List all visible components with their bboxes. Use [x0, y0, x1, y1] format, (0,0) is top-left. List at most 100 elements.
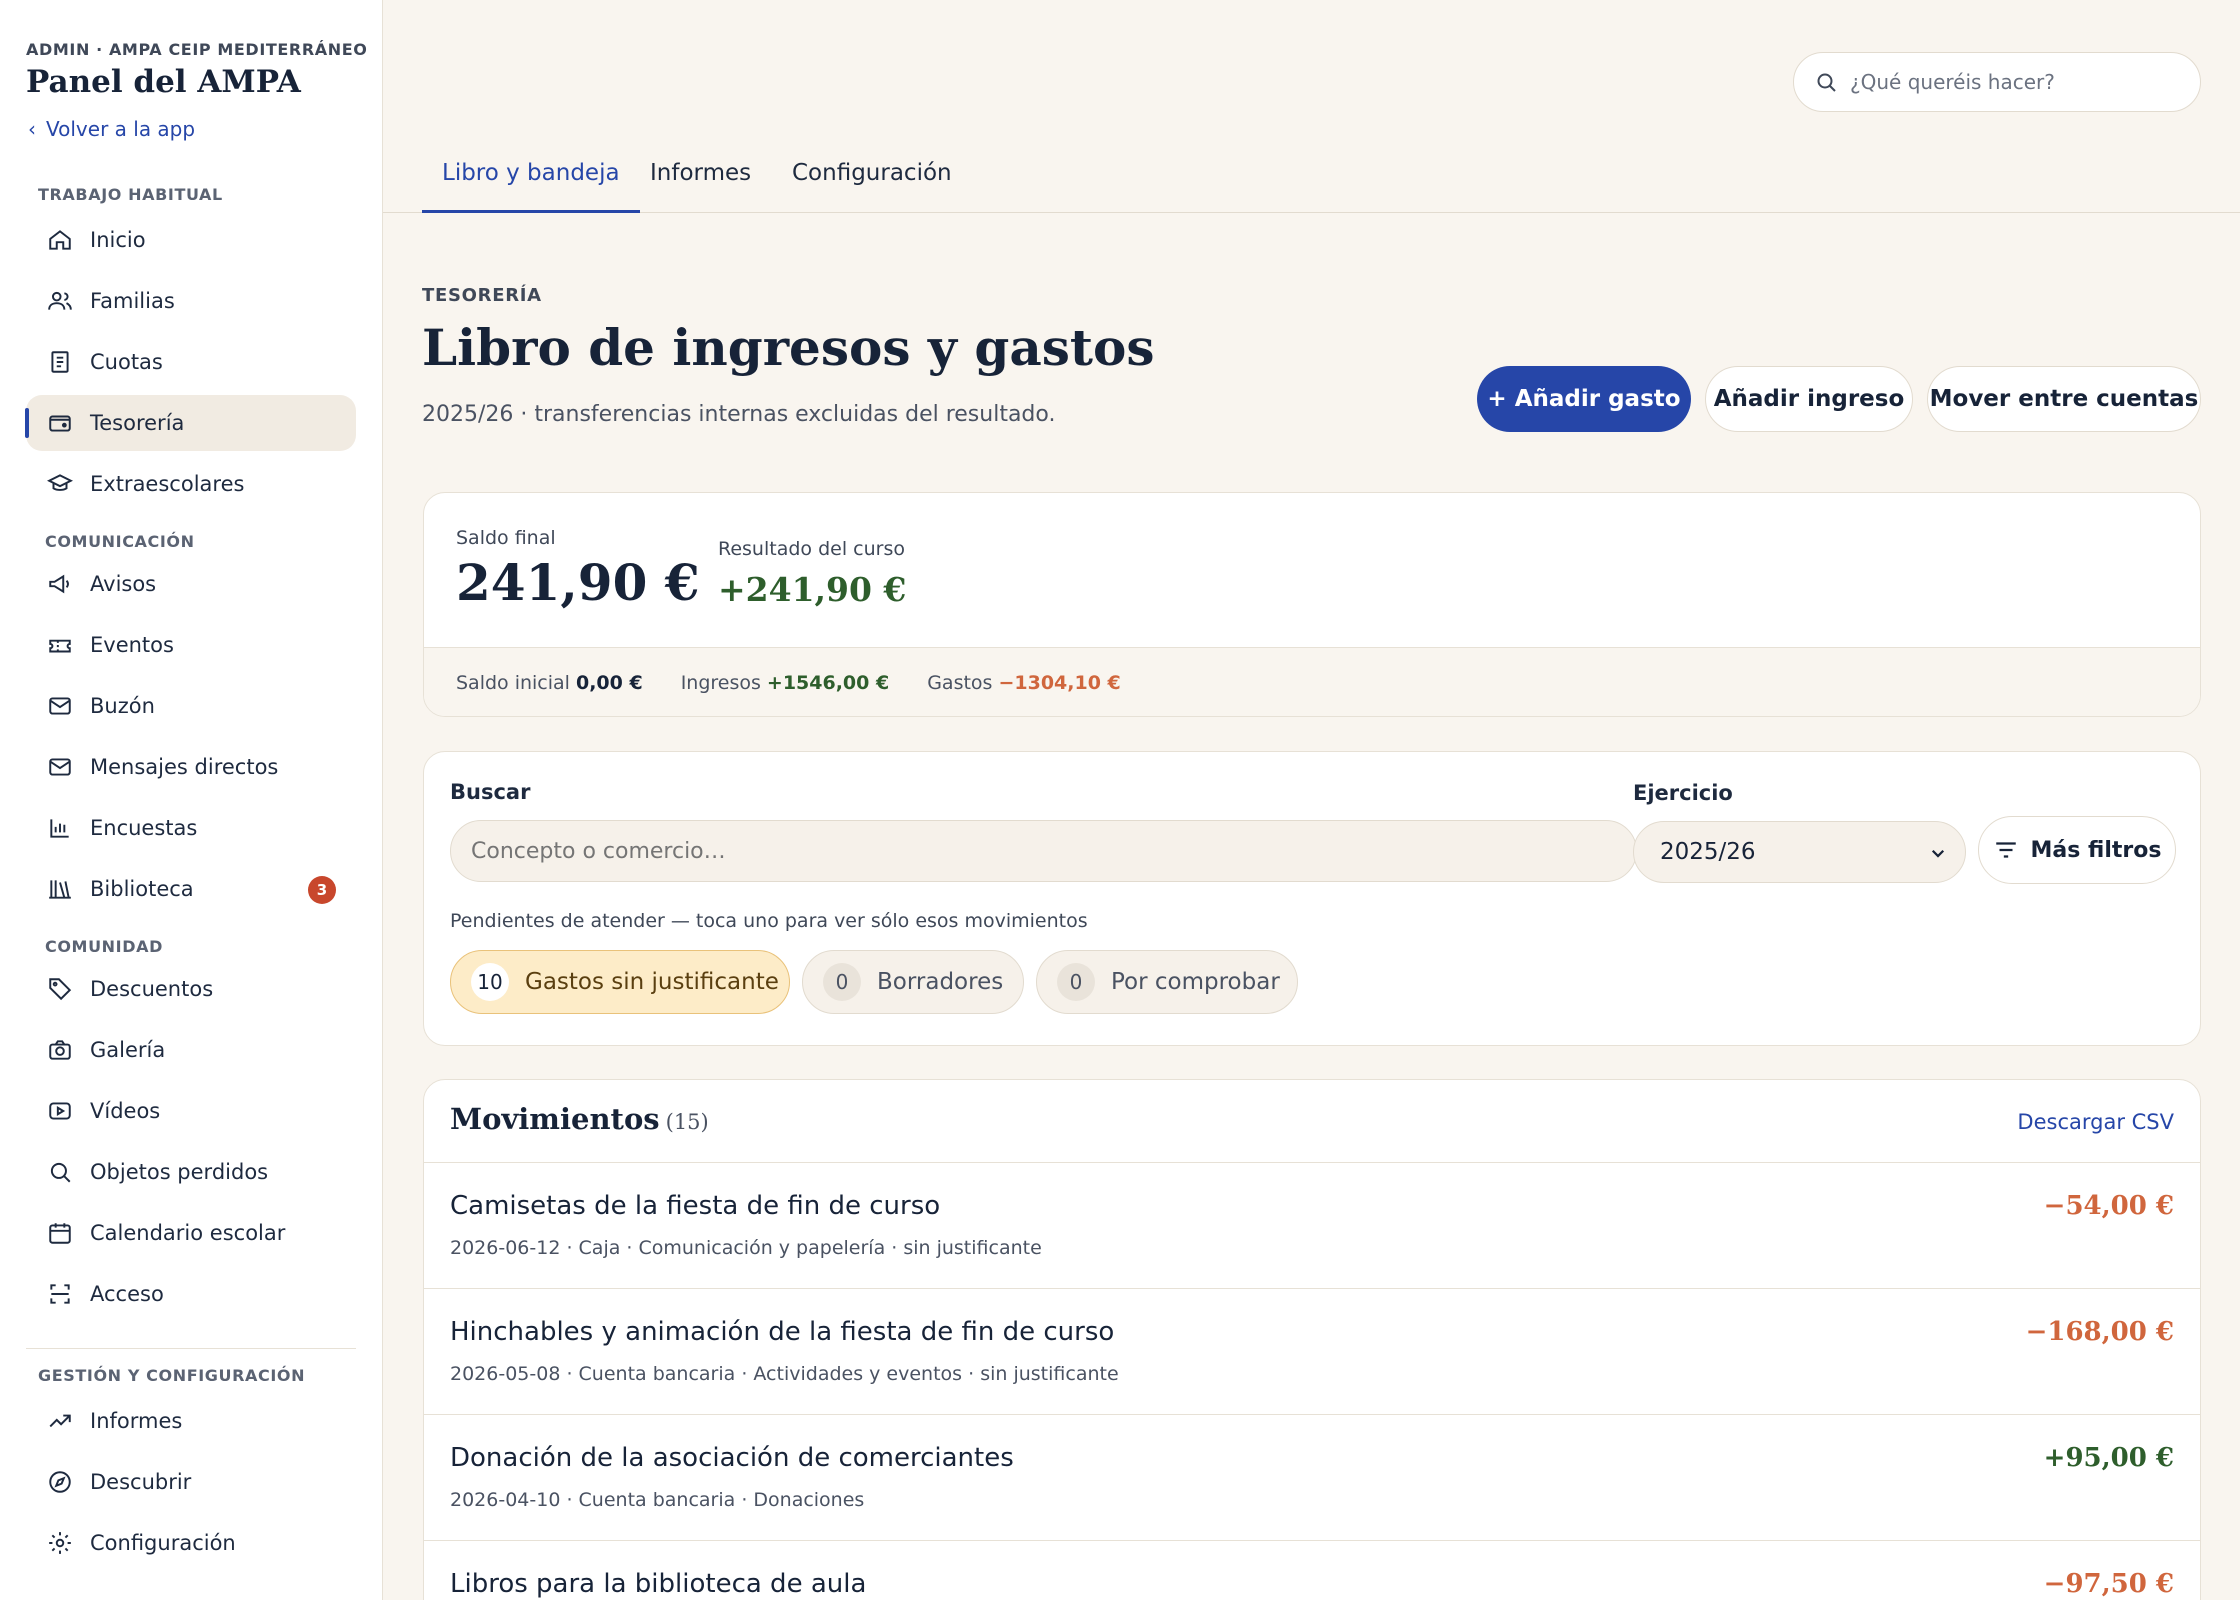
row-amount: −54,00 € — [2043, 1191, 2174, 1221]
video-icon — [46, 1097, 74, 1125]
ejercicio-select[interactable]: 2025/26 — [1633, 821, 1966, 883]
sidebar: ADMIN · AMPA CEIP MEDITERRÁNEO Panel del… — [0, 0, 383, 1600]
panel-title: Panel del AMPA — [26, 64, 301, 100]
sidebar-item-label: Descuentos — [90, 977, 214, 1001]
sidebar-item-calendario-escolar[interactable]: Calendario escolar — [26, 1205, 356, 1261]
sidebar-item-videos[interactable]: Vídeos — [26, 1083, 356, 1139]
sidebar-item-acceso[interactable]: Acceso — [26, 1266, 356, 1322]
home-icon — [46, 226, 74, 254]
tab-configuracion[interactable]: Configuración — [792, 160, 952, 212]
megaphone-icon — [46, 570, 74, 598]
chip-label: Por comprobar — [1111, 969, 1280, 995]
chip-count: 0 — [823, 963, 861, 1001]
table-row[interactable]: Libros para la biblioteca de aula −97,50… — [424, 1540, 2200, 1600]
add-income-button[interactable]: Añadir ingreso — [1705, 366, 1913, 432]
sidebar-item-buzon[interactable]: Buzón — [26, 678, 356, 734]
more-filters-label: Más filtros — [2030, 837, 2162, 863]
movements-card: Movimientos (15) Descargar CSV Camisetas … — [423, 1079, 2201, 1600]
row-title: Camisetas de la fiesta de fin de curso — [450, 1191, 941, 1221]
sidebar-item-label: Eventos — [90, 633, 174, 657]
sidebar-item-label: Encuestas — [90, 816, 198, 840]
move-between-accounts-button[interactable]: Mover entre cuentas — [1927, 366, 2201, 432]
back-to-app-link[interactable]: ‹ Volver a la app — [28, 117, 195, 141]
chip-count: 0 — [1057, 963, 1095, 1001]
tab-libro-y-bandeja[interactable]: Libro y bandeja — [422, 160, 640, 213]
row-title: Libros para la biblioteca de aula — [450, 1569, 867, 1599]
sidebar-item-inicio[interactable]: Inicio — [26, 212, 356, 268]
row-title: Hinchables y animación de la fiesta de f… — [450, 1317, 1115, 1347]
resultado-value: +241,90 € — [718, 570, 907, 609]
sidebar-item-descubrir[interactable]: Descubrir — [26, 1454, 356, 1510]
tab-informes[interactable]: Informes — [650, 160, 751, 212]
sidebar-item-galeria[interactable]: Galería — [26, 1022, 356, 1078]
compass-icon — [46, 1468, 74, 1496]
library-icon — [46, 875, 74, 903]
search-icon — [1817, 73, 1836, 92]
add-expense-button[interactable]: + Añadir gasto — [1477, 366, 1691, 432]
sidebar-item-label: Biblioteca — [90, 877, 194, 901]
search-icon — [46, 1158, 74, 1186]
page-subtitle: 2025/26 · transferencias internas exclui… — [422, 402, 1056, 427]
sidebar-item-label: Descubrir — [90, 1470, 192, 1494]
sidebar-item-label: Acceso — [90, 1282, 164, 1306]
sidebar-item-label: Avisos — [90, 572, 157, 596]
sidebar-item-informes[interactable]: Informes — [26, 1393, 356, 1449]
more-filters-button[interactable]: Más filtros — [1978, 816, 2176, 884]
saldo-final-value: 241,90 € — [456, 553, 700, 612]
ejercicio-value: 2025/26 — [1660, 839, 1756, 865]
pending-hint: Pendientes de atender — toca uno para ve… — [450, 910, 1088, 932]
movements-title: Movimientos (15) — [450, 1102, 709, 1136]
org-name: ADMIN · AMPA CEIP MEDITERRÁNEO — [26, 40, 368, 59]
sidebar-item-mensajes-directos[interactable]: Mensajes directos — [26, 739, 356, 795]
sidebar-divider — [26, 1348, 356, 1349]
tab-bar: Libro y bandeja Informes Configuración — [383, 150, 2240, 213]
row-amount: −168,00 € — [2025, 1317, 2174, 1347]
calendar-icon — [46, 1219, 74, 1247]
sidebar-item-label: Familias — [90, 289, 175, 313]
scan-icon — [46, 1280, 74, 1308]
download-csv-link[interactable]: Descargar CSV — [2017, 1110, 2174, 1134]
back-label: Volver a la app — [46, 117, 196, 141]
row-meta: 2026-05-08 · Cuenta bancaria · Actividad… — [450, 1363, 1119, 1385]
sidebar-item-encuestas[interactable]: Encuestas — [26, 800, 356, 856]
table-row[interactable]: Hinchables y animación de la fiesta de f… — [424, 1288, 2200, 1414]
sidebar-item-label: Vídeos — [90, 1099, 161, 1123]
table-row[interactable]: Camisetas de la fiesta de fin de curso 2… — [424, 1162, 2200, 1288]
chevron-down-icon — [1931, 849, 1945, 858]
chip-gastos-sin-justificante[interactable]: 10 Gastos sin justificante — [450, 950, 790, 1014]
sidebar-item-label: Configuración — [90, 1531, 236, 1555]
filter-icon — [1995, 842, 2016, 858]
chip-label: Gastos sin justificante — [525, 969, 779, 995]
row-meta: 2026-06-12 · Caja · Comunicación y papel… — [450, 1237, 1042, 1259]
sidebar-item-familias[interactable]: Familias — [26, 273, 356, 329]
sidebar-item-configuracion[interactable]: Configuración — [26, 1515, 356, 1571]
notification-badge: 3 — [308, 876, 336, 904]
section-comunidad: COMUNIDAD — [45, 937, 163, 956]
sidebar-item-biblioteca[interactable]: Biblioteca 3 — [26, 861, 356, 917]
global-search[interactable]: ¿Qué queréis hacer? — [1793, 52, 2201, 112]
ejercicio-label: Ejercicio — [1633, 781, 1733, 805]
tag-icon — [46, 975, 74, 1003]
chip-count: 10 — [471, 963, 509, 1001]
sidebar-item-descuentos[interactable]: Descuentos — [26, 961, 356, 1017]
movements-count: (15) — [665, 1110, 709, 1134]
table-row[interactable]: Donación de la asociación de comerciante… — [424, 1414, 2200, 1540]
sidebar-item-extraescolares[interactable]: Extraescolares — [26, 456, 356, 512]
sidebar-item-label: Calendario escolar — [90, 1221, 286, 1245]
saldo-inicial-value: 0,00 € — [575, 671, 643, 694]
ingresos-label: Ingresos — [680, 671, 761, 694]
sidebar-item-eventos[interactable]: Eventos — [26, 617, 356, 673]
sidebar-item-cuotas[interactable]: Cuotas — [26, 334, 356, 390]
users-icon — [46, 287, 74, 315]
sidebar-item-avisos[interactable]: Avisos — [26, 556, 356, 612]
filter-card: Buscar Ejercicio 2025/26 Más filtros Pen… — [423, 751, 2201, 1046]
trend-icon — [46, 1407, 74, 1435]
sidebar-item-tesoreria[interactable]: Tesorería — [25, 395, 356, 451]
chip-por-comprobar[interactable]: 0 Por comprobar — [1036, 950, 1298, 1014]
sidebar-item-objetos-perdidos[interactable]: Objetos perdidos — [26, 1144, 356, 1200]
chip-borradores[interactable]: 0 Borradores — [802, 950, 1024, 1014]
search-input[interactable] — [450, 820, 1637, 882]
ingresos-value: +1546,00 € — [766, 671, 890, 694]
sidebar-item-label: Tesorería — [90, 411, 185, 435]
bar-chart-icon — [46, 814, 74, 842]
